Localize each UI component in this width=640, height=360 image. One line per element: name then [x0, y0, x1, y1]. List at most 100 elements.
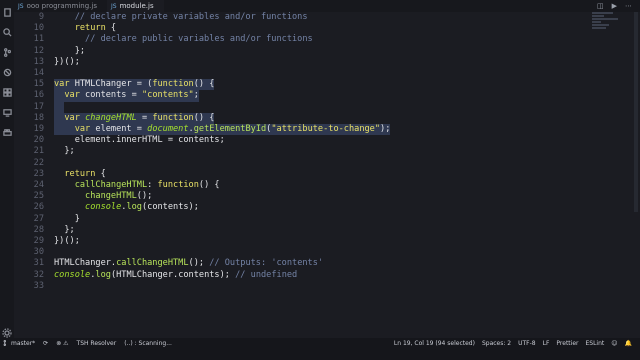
scanning-status: (..) : Scanning... — [124, 339, 172, 347]
line-number: 13 — [33, 56, 44, 67]
code-line[interactable]: 32 console.log(HTMLChanger.contents); // … — [14, 270, 626, 281]
code-line[interactable]: 19 var element = document.getElementById… — [14, 124, 626, 136]
code-line[interactable]: 31 HTMLChanger.callChangeHTML(); // Outpu… — [14, 258, 626, 269]
code-line[interactable]: 22 — [14, 158, 626, 169]
end-of-line[interactable]: LF — [543, 340, 550, 347]
activity-bar — [0, 0, 14, 346]
eslint-status[interactable]: ESLint — [585, 340, 604, 347]
code-line[interactable]: 17 — [14, 101, 626, 113]
code-text: var element = document.getElementById("a… — [54, 124, 391, 136]
code-text: })(); — [54, 236, 80, 246]
code-text: HTMLChanger.callChangeHTML(); // Outputs… — [54, 258, 324, 269]
code-line[interactable]: 15 var HTMLChanger = (function() { — [14, 79, 626, 91]
notifications-icon[interactable]: 🔔 — [625, 340, 632, 347]
prettier-status[interactable]: Prettier — [556, 340, 578, 347]
code-line[interactable]: 11 // declare public variables and/or fu… — [14, 34, 626, 45]
line-number: 15 — [33, 79, 44, 90]
tab-module[interactable]: JS module.js — [107, 0, 164, 12]
settings-gear-icon[interactable] — [2, 328, 12, 338]
sync-icon[interactable]: ⟳ — [43, 340, 48, 347]
line-number: 16 — [33, 90, 44, 101]
resolver-status[interactable]: TSH Resolver — [77, 340, 117, 347]
code-text: // declare public variables and/or funct… — [54, 34, 313, 45]
line-number: 23 — [33, 168, 44, 179]
explorer-icon[interactable] — [3, 8, 12, 17]
search-icon[interactable] — [2, 28, 12, 37]
line-number: 26 — [33, 202, 44, 213]
line-number: 29 — [33, 236, 44, 246]
code-text: console.log(HTMLChanger.contents); // un… — [54, 269, 298, 280]
code-text: console.log(contents); — [54, 202, 199, 213]
code-text: element.innerHTML = contents; — [54, 135, 225, 146]
code-line[interactable]: 16 var contents = "contents"; — [14, 90, 626, 102]
code-text: var changeHTML = function() { — [54, 112, 215, 124]
code-line[interactable]: 27 } — [14, 214, 626, 225]
code-text: })(); — [54, 56, 80, 67]
scroll-thumb[interactable] — [634, 12, 638, 212]
line-number: 22 — [33, 157, 44, 168]
js-file-icon: JS — [111, 2, 117, 10]
tab-bar: JS ooo programming.js JS module.js ◫ ▶ ⋯ — [14, 0, 640, 12]
line-number: 31 — [33, 258, 44, 269]
cursor-position[interactable]: Ln 19, Col 19 (94 selected) — [394, 340, 475, 347]
code-text: callChangeHTML: function() { — [54, 180, 220, 190]
code-text: var HTMLChanger = (function() { — [54, 79, 215, 91]
code-line[interactable]: 30 — [14, 247, 626, 258]
code-line[interactable]: 28 }; — [14, 225, 626, 236]
feedback-icon[interactable]: ☺ — [611, 340, 617, 347]
code-editor[interactable]: 9 // declare private variables and/or fu… — [14, 12, 626, 338]
line-number: 33 — [33, 280, 44, 291]
line-number: 9 — [38, 12, 44, 22]
line-number: 28 — [33, 224, 44, 235]
minimap[interactable] — [592, 12, 622, 52]
code-text: }; — [54, 146, 75, 157]
code-line[interactable]: 10 return { — [14, 23, 626, 34]
vertical-scrollbar[interactable] — [626, 12, 640, 338]
code-line[interactable]: 14 — [14, 68, 626, 79]
code-line[interactable]: 33 — [14, 281, 626, 292]
line-number: 19 — [33, 124, 44, 134]
code-line[interactable]: 9 // declare private variables and/or fu… — [14, 12, 626, 23]
code-line[interactable]: 23 return { — [14, 169, 626, 180]
code-text: return { — [54, 23, 117, 34]
line-number: 25 — [33, 191, 44, 202]
status-bar: master* ⟳ ⊗ ⚠ TSH Resolver (..) : Scanni… — [0, 338, 640, 360]
tab-ooo-programming[interactable]: JS ooo programming.js — [14, 0, 107, 12]
code-text: }; — [54, 224, 75, 235]
code-text: } — [54, 213, 80, 224]
encoding[interactable]: UTF-8 — [518, 340, 536, 347]
debug-icon[interactable] — [3, 68, 12, 77]
branch-status[interactable]: master* — [3, 340, 35, 347]
code-line[interactable]: 20 element.innerHTML = contents; — [14, 135, 626, 146]
problems-status[interactable]: ⊗ ⚠ — [56, 340, 68, 347]
code-line[interactable]: 24 callChangeHTML: function() { — [14, 180, 626, 191]
more-actions-icon[interactable]: ⋯ — [625, 2, 632, 10]
tab-label: module.js — [119, 2, 154, 10]
js-file-icon: JS — [18, 2, 24, 10]
line-number: 32 — [33, 269, 44, 280]
line-number: 17 — [33, 101, 44, 112]
code-line[interactable]: 21 }; — [14, 146, 626, 157]
indentation[interactable]: Spaces: 2 — [482, 340, 511, 347]
code-text: // declare private variables and/or func… — [54, 12, 308, 22]
line-number: 21 — [33, 146, 44, 157]
split-editor-icon[interactable]: ◫ — [597, 2, 604, 10]
code-line[interactable]: 12 }; — [14, 46, 626, 57]
source-control-icon[interactable] — [3, 48, 12, 57]
run-icon[interactable]: ▶ — [612, 2, 617, 10]
code-line[interactable]: 29 })(); — [14, 236, 626, 247]
tab-label: ooo programming.js — [26, 2, 97, 10]
code-line[interactable]: 18 var changeHTML = function() { — [14, 112, 626, 124]
code-text — [54, 101, 65, 113]
extensions-icon[interactable] — [2, 88, 12, 97]
editor-actions: ◫ ▶ ⋯ — [597, 2, 640, 10]
docker-icon[interactable] — [2, 128, 12, 137]
code-line[interactable]: 26 console.log(contents); — [14, 202, 626, 213]
branch-icon — [3, 340, 6, 346]
code-text: changeHTML(); — [54, 191, 153, 202]
code-line[interactable]: 25 changeHTML(); — [14, 191, 626, 202]
line-number: 20 — [33, 135, 44, 146]
remote-explorer-icon[interactable] — [2, 108, 12, 117]
line-number: 14 — [33, 68, 44, 78]
code-line[interactable]: 13 })(); — [14, 57, 626, 68]
